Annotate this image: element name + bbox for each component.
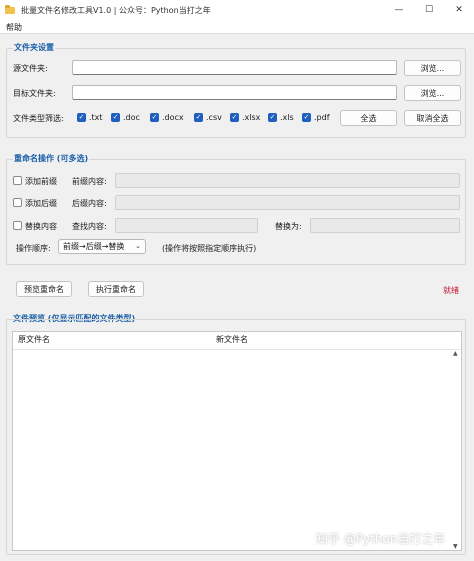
scroll-down-icon[interactable]: ▼ [453,543,458,550]
vertical-scrollbar[interactable]: ▲ ▼ [451,350,461,550]
type-label-xlsx: .xlsx [242,113,261,122]
add-suffix-checkbox[interactable] [13,198,22,207]
preview-rename-button[interactable]: 预览重命名 [16,281,72,297]
order-label: 操作顺序: [16,244,51,253]
minimize-button[interactable]: — [384,0,414,20]
browse-target-button[interactable]: 浏览... [404,85,461,101]
browse-source-button[interactable]: 浏览... [404,60,461,76]
type-label-txt: .txt [89,113,103,122]
type-label-xls: .xls [280,113,294,122]
find-input[interactable] [115,218,258,233]
type-label-pdf: .pdf [314,113,330,122]
replace-label: 替换内容 [25,222,57,231]
scroll-up-icon[interactable]: ▲ [453,350,458,357]
checkbox-txt[interactable]: ✓ [77,113,86,122]
prefix-content-label: 前缀内容: [72,177,107,186]
type-label-doc: .doc [123,113,140,122]
type-label-csv: .csv [206,113,222,122]
target-folder-label: 目标文件夹: [13,89,56,98]
file-preview-list[interactable]: 原文件名 新文件名 ▲ ▼ [12,331,462,551]
window-title: 批量文件名修改工具V1.0 | 公众号：Python当打之年 [21,5,211,15]
execute-rename-button[interactable]: 执行重命名 [88,281,144,297]
replace-with-input[interactable] [310,218,460,233]
watermark: 知乎 @Python当打之年 [316,532,446,546]
type-label-docx: .docx [162,113,184,122]
header-divider [13,349,461,350]
add-prefix-checkbox[interactable] [13,176,22,185]
maximize-button[interactable]: ☐ [414,0,444,20]
find-content-label: 查找内容: [72,222,107,231]
title-bar: 批量文件名修改工具V1.0 | 公众号：Python当打之年 — ☐ ✕ [0,0,474,20]
add-prefix-label: 添加前缀 [25,177,57,186]
deselect-all-button[interactable]: 取消全选 [404,110,461,126]
source-folder-input[interactable] [72,60,397,75]
checkbox-xlsx[interactable]: ✓ [230,113,239,122]
suffix-input[interactable] [115,195,460,210]
column-new-name[interactable]: 新文件名 [216,334,248,345]
checkbox-xls[interactable]: ✓ [268,113,277,122]
menu-help[interactable]: 帮助 [6,22,22,33]
replace-checkbox[interactable] [13,221,22,230]
suffix-content-label: 后缀内容: [72,199,107,208]
target-folder-input[interactable] [72,85,397,100]
prefix-input[interactable] [115,173,460,188]
source-folder-label: 源文件夹: [13,64,48,73]
order-select[interactable]: 前缀→后缀→替换 ⌄ [58,239,146,254]
checkbox-docx[interactable]: ✓ [150,113,159,122]
checkbox-csv[interactable]: ✓ [194,113,203,122]
rename-ops-title: 重命名操作 (可多选) [13,153,90,164]
order-hint: (操作将按照指定顺序执行) [162,244,257,253]
checkbox-pdf[interactable]: ✓ [302,113,311,122]
close-button[interactable]: ✕ [444,0,474,20]
order-select-value: 前缀→后缀→替换 [63,242,125,251]
chevron-down-icon: ⌄ [135,242,141,250]
column-original-name[interactable]: 原文件名 [18,334,50,345]
menu-bar: 帮助 [0,20,474,34]
folder-icon [5,5,15,15]
replace-with-label: 替换为: [275,222,302,231]
file-type-filter-label: 文件类型筛选: [13,114,64,123]
status-label: 就绪 [443,286,459,295]
add-suffix-label: 添加后缀 [25,199,57,208]
checkbox-doc[interactable]: ✓ [111,113,120,122]
folder-settings-title: 文件夹设置 [13,42,55,53]
select-all-button[interactable]: 全选 [340,110,397,126]
